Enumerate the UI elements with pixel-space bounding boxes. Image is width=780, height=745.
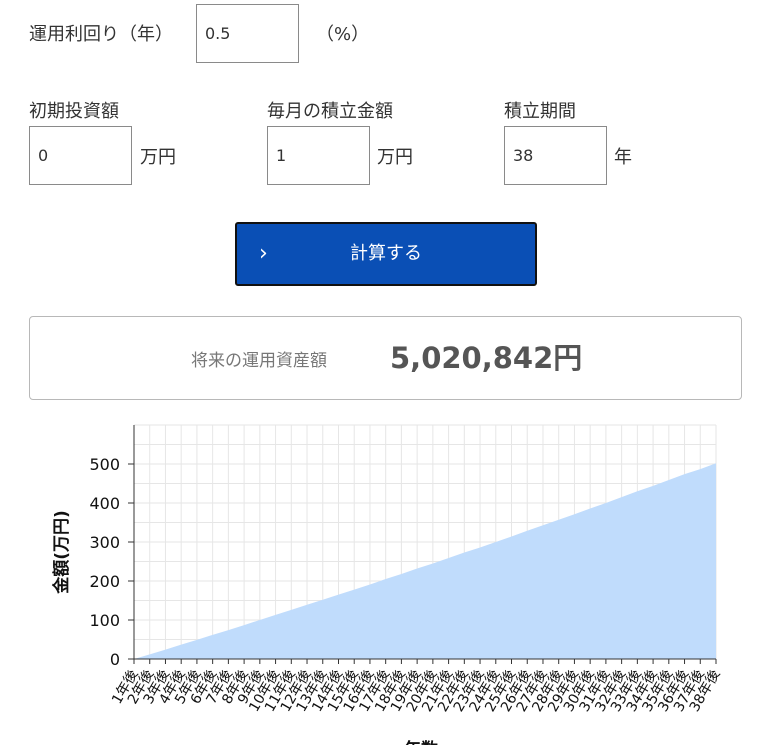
rate-label: 運用利回り（年） [29, 24, 173, 45]
period-label: 積立期間 [504, 101, 576, 122]
rate-input[interactable] [196, 4, 299, 63]
rate-unit: （%） [316, 24, 370, 45]
period-input[interactable] [504, 126, 607, 185]
y-tick-label: 400 [89, 494, 120, 513]
y-tick-label: 100 [89, 611, 120, 630]
calculate-button-label: 計算する [350, 243, 422, 264]
result-label: 将来の運用資産額 [191, 351, 327, 371]
monthly-input[interactable] [267, 126, 370, 185]
y-tick-label: 200 [89, 572, 120, 591]
monthly-unit: 万円 [377, 147, 413, 168]
period-unit: 年 [614, 147, 632, 168]
asset-growth-chart: 01002003004005001年後2年後3年後4年後5年後6年後7年後8年後… [51, 424, 723, 745]
y-axis-title: 金額(万円) [51, 510, 72, 595]
y-tick-label: 500 [89, 455, 120, 474]
initial-input[interactable] [29, 126, 132, 185]
y-tick-label: 0 [110, 650, 120, 669]
y-tick-label: 300 [89, 533, 120, 552]
result-box: 将来の運用資産額 5,020,842円 [29, 316, 742, 400]
initial-label: 初期投資額 [29, 101, 119, 122]
calculate-button[interactable]: › 計算する [235, 222, 537, 286]
x-axis-title: 年数 [404, 739, 439, 745]
initial-unit: 万円 [140, 147, 176, 168]
monthly-label: 毎月の積立金額 [267, 101, 393, 122]
result-value: 5,020,842円 [390, 341, 583, 375]
